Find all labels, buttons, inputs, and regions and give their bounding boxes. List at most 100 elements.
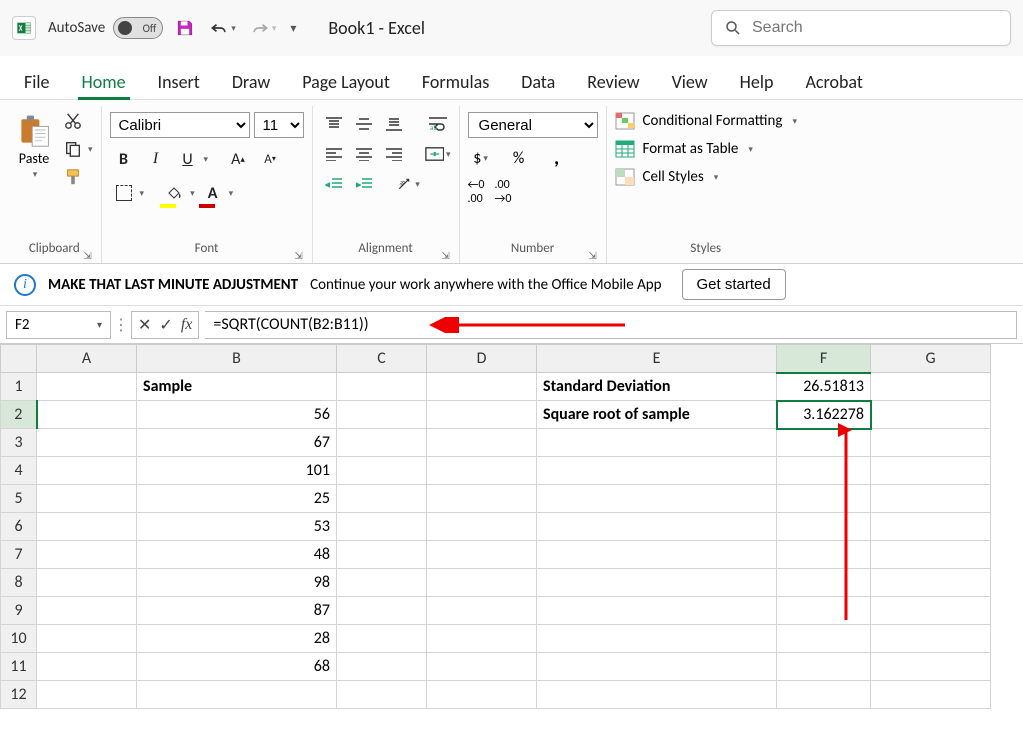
tab-home[interactable]: Home <box>78 63 130 99</box>
tab-view[interactable]: View <box>668 63 712 99</box>
cell-C12[interactable] <box>337 681 427 709</box>
cell-A1[interactable] <box>37 373 137 401</box>
cell-C2[interactable] <box>337 401 427 429</box>
cell-D7[interactable] <box>427 541 537 569</box>
cell-D8[interactable] <box>427 569 537 597</box>
cell-B4[interactable]: 101 <box>137 457 337 485</box>
tab-data[interactable]: Data <box>517 63 559 99</box>
col-header-A[interactable]: A <box>37 345 137 373</box>
tab-acrobat[interactable]: Acrobat <box>801 63 866 99</box>
merge-center-icon[interactable]: ▾ <box>425 142 451 166</box>
row-header-9[interactable]: 9 <box>1 597 37 625</box>
decrease-font-icon[interactable]: A▾ <box>256 146 284 172</box>
cell-C5[interactable] <box>337 485 427 513</box>
cell-A5[interactable] <box>37 485 137 513</box>
cell-C8[interactable] <box>337 569 427 597</box>
cell-F9[interactable] <box>777 597 871 625</box>
col-header-F[interactable]: F <box>777 345 871 373</box>
row-header-11[interactable]: 11 <box>1 653 37 681</box>
fill-color-button[interactable]: ▾ <box>160 180 195 206</box>
cell-B8[interactable]: 98 <box>137 569 337 597</box>
borders-button[interactable]: ▾ <box>110 180 145 206</box>
cell-F3[interactable] <box>777 429 871 457</box>
clipboard-launcher-icon[interactable]: ⇲ <box>81 249 95 263</box>
redo-icon[interactable]: ▾ <box>250 18 277 38</box>
increase-font-icon[interactable]: A▴ <box>224 146 252 172</box>
row-header-7[interactable]: 7 <box>1 541 37 569</box>
cell-B6[interactable]: 53 <box>137 513 337 541</box>
cell-B11[interactable]: 68 <box>137 653 337 681</box>
cell-E11[interactable] <box>537 653 777 681</box>
row-header-5[interactable]: 5 <box>1 485 37 513</box>
fx-icon[interactable]: fx <box>181 316 193 334</box>
cell-styles-button[interactable]: Cell Styles▾ <box>615 168 797 186</box>
cell-E4[interactable] <box>537 457 777 485</box>
col-header-B[interactable]: B <box>137 345 337 373</box>
copy-button[interactable]: ▾ <box>64 140 93 158</box>
tab-page-layout[interactable]: Page Layout <box>298 63 394 99</box>
decrease-decimal-icon[interactable]: .00→0 <box>494 178 511 206</box>
cell-C9[interactable] <box>337 597 427 625</box>
cell-F12[interactable] <box>777 681 871 709</box>
cut-button[interactable] <box>64 112 93 130</box>
col-header-D[interactable]: D <box>427 345 537 373</box>
row-header-6[interactable]: 6 <box>1 513 37 541</box>
align-middle-icon[interactable] <box>351 112 377 136</box>
cell-B12[interactable] <box>137 681 337 709</box>
undo-icon[interactable]: ▾ <box>209 18 236 38</box>
orientation-icon[interactable]: ab▾ <box>395 172 421 196</box>
cell-F7[interactable] <box>777 541 871 569</box>
tab-file[interactable]: File <box>20 63 54 99</box>
cell-G6[interactable] <box>871 513 991 541</box>
cell-A10[interactable] <box>37 625 137 653</box>
cell-D10[interactable] <box>427 625 537 653</box>
row-header-3[interactable]: 3 <box>1 429 37 457</box>
cell-E7[interactable] <box>537 541 777 569</box>
cell-E9[interactable] <box>537 597 777 625</box>
font-color-button[interactable]: A▾ <box>199 180 234 206</box>
increase-decimal-icon[interactable]: ←0.00 <box>468 178 485 206</box>
name-box[interactable]: F2 ▾ <box>6 311 111 339</box>
qat-overflow-icon[interactable]: ▾ <box>290 21 296 36</box>
cell-G7[interactable] <box>871 541 991 569</box>
cell-E1[interactable]: Standard Deviation <box>537 373 777 401</box>
paste-button[interactable]: Paste ▾ <box>16 112 52 180</box>
cell-A4[interactable] <box>37 457 137 485</box>
cell-G12[interactable] <box>871 681 991 709</box>
search-box[interactable] <box>711 10 1011 46</box>
cell-G10[interactable] <box>871 625 991 653</box>
cell-F6[interactable] <box>777 513 871 541</box>
cell-G4[interactable] <box>871 457 991 485</box>
wrap-text-icon[interactable]: ab <box>425 112 451 136</box>
alignment-launcher-icon[interactable]: ⇲ <box>439 249 453 263</box>
cell-D5[interactable] <box>427 485 537 513</box>
cell-A8[interactable] <box>37 569 137 597</box>
align-top-icon[interactable] <box>321 112 347 136</box>
enter-formula-icon[interactable]: ✓ <box>159 315 172 335</box>
cell-G5[interactable] <box>871 485 991 513</box>
font-name-select[interactable]: Calibri <box>110 112 250 138</box>
cell-E3[interactable] <box>537 429 777 457</box>
cell-F10[interactable] <box>777 625 871 653</box>
number-format-select[interactable]: General <box>468 112 598 138</box>
cell-D11[interactable] <box>427 653 537 681</box>
cell-C4[interactable] <box>337 457 427 485</box>
cell-D4[interactable] <box>427 457 537 485</box>
cell-F1[interactable]: 26.51813 <box>777 373 871 401</box>
cell-E5[interactable] <box>537 485 777 513</box>
cell-A7[interactable] <box>37 541 137 569</box>
cell-B10[interactable]: 28 <box>137 625 337 653</box>
col-header-C[interactable]: C <box>337 345 427 373</box>
cell-E10[interactable] <box>537 625 777 653</box>
row-header-1[interactable]: 1 <box>1 373 37 401</box>
col-header-G[interactable]: G <box>871 345 991 373</box>
cell-A6[interactable] <box>37 513 137 541</box>
row-header-12[interactable]: 12 <box>1 681 37 709</box>
formula-input[interactable]: =SQRT(COUNT(B2:B11)) <box>205 311 1017 339</box>
cell-F11[interactable] <box>777 653 871 681</box>
cell-D1[interactable] <box>427 373 537 401</box>
align-right-icon[interactable] <box>381 142 407 166</box>
cell-B1[interactable]: Sample <box>137 373 337 401</box>
cell-D6[interactable] <box>427 513 537 541</box>
row-header-10[interactable]: 10 <box>1 625 37 653</box>
